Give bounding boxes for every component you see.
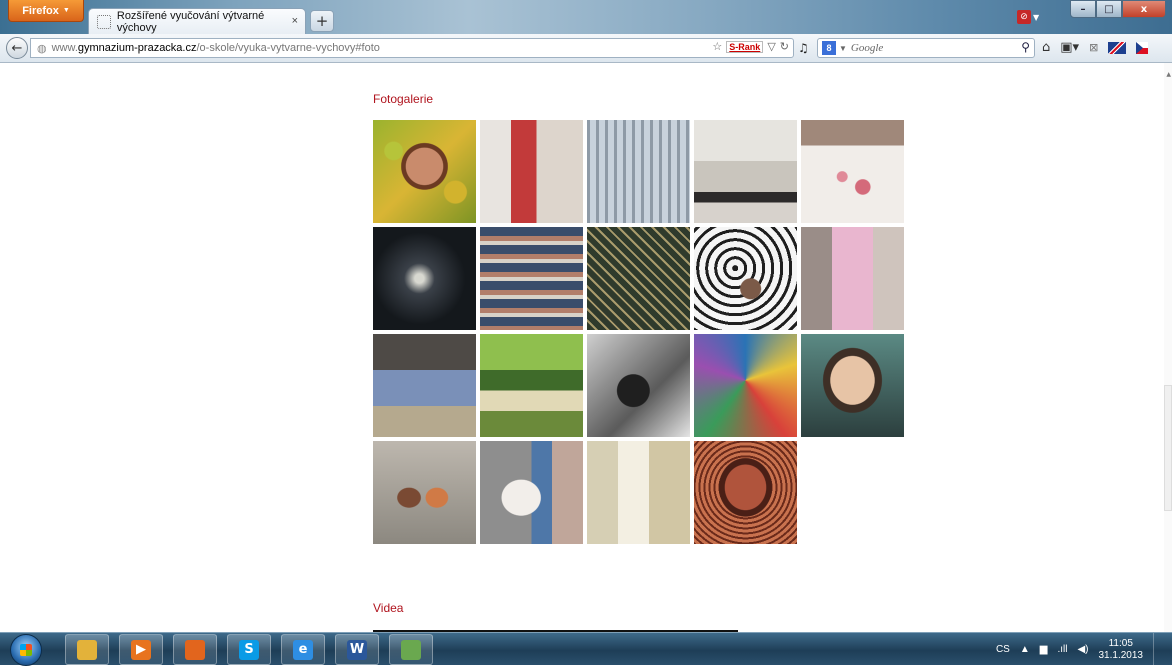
- search-icon[interactable]: ⚲: [1021, 40, 1030, 55]
- photo-pink-costume[interactable]: [801, 227, 904, 330]
- window-title-bar: Firefox ▼ Rozšířené vyučování výtvarné v…: [0, 0, 1172, 34]
- photo-glass-figures[interactable]: [373, 441, 476, 544]
- taskbar-firefox-button[interactable]: [173, 634, 217, 665]
- addon-button[interactable]: ⊘ ▼: [1017, 8, 1047, 26]
- photo-ink-hands[interactable]: [694, 227, 797, 330]
- photo-bw-sculpture[interactable]: [587, 334, 690, 437]
- scrollbar-thumb[interactable]: [1164, 385, 1172, 511]
- photo-painted-face[interactable]: [694, 441, 797, 544]
- volume-icon[interactable]: ◀): [1077, 644, 1088, 655]
- maximize-button[interactable]: □: [1096, 0, 1122, 18]
- home-icon[interactable]: ⌂: [1042, 40, 1050, 55]
- photo-girl-plaster-bust[interactable]: [480, 441, 583, 544]
- signal-icon[interactable]: .ıll: [1057, 644, 1067, 655]
- window-controls: – □ x: [1070, 0, 1166, 18]
- back-button[interactable]: ←: [6, 37, 28, 59]
- network-icon[interactable]: ▆: [1040, 644, 1048, 655]
- clock[interactable]: 11:05 31.1.2013: [1099, 638, 1144, 662]
- history-dropdown-icon[interactable]: ▽: [767, 40, 775, 53]
- start-button[interactable]: [10, 634, 42, 666]
- music-note-icon[interactable]: ♫: [798, 41, 809, 55]
- photo-gallery-visitors[interactable]: [480, 120, 583, 223]
- tab-close-icon[interactable]: ×: [292, 15, 298, 27]
- page-content: Fotogalerie Videa ▲: [0, 63, 1172, 632]
- paint-icon: [401, 639, 421, 660]
- vertical-scrollbar[interactable]: ▲: [1164, 63, 1172, 632]
- taskbar-internet-explorer-button[interactable]: e: [281, 634, 325, 665]
- browser-tab-active[interactable]: Rozšířené vyučování výtvarné výchovy ×: [88, 8, 306, 34]
- media-player-icon: ▶: [131, 639, 151, 660]
- new-tab-button[interactable]: +: [310, 10, 334, 32]
- photo-outdoor-easels[interactable]: [480, 334, 583, 437]
- word-icon: W: [347, 639, 367, 660]
- language-indicator[interactable]: CS: [996, 644, 1010, 655]
- scroll-up-icon[interactable]: ▲: [1166, 71, 1171, 78]
- photo-students-auditorium[interactable]: [480, 227, 583, 330]
- toolbar-icons: ⌂ ▣▾ ⊠: [1042, 40, 1149, 55]
- taskbar-explorer-button[interactable]: [65, 634, 109, 665]
- google-engine-icon[interactable]: 8: [822, 41, 836, 55]
- globe-icon: ◍: [37, 42, 47, 55]
- show-desktop-button[interactable]: [1153, 633, 1164, 666]
- search-bar[interactable]: 8 ▼ Google ⚲: [817, 38, 1035, 58]
- url-host: gymnazium-prazacka.cz: [77, 42, 197, 54]
- chevron-down-icon: ▼: [62, 7, 70, 14]
- srank-badge[interactable]: S-Rank: [726, 40, 764, 53]
- windows-taskbar: ▶ Se W CS ▲ ▆ .ıll ◀) 11:05 31.1.2013: [0, 632, 1172, 666]
- photo-white-sculptures[interactable]: [587, 441, 690, 544]
- close-window-button[interactable]: x: [1122, 0, 1166, 18]
- clock-date: 31.1.2013: [1098, 649, 1144, 661]
- photo-painting-hand[interactable]: [801, 120, 904, 223]
- addon-icon: ⊘: [1017, 10, 1031, 24]
- photo-drawing-class[interactable]: [694, 120, 797, 223]
- reload-icon[interactable]: ↻: [780, 40, 789, 53]
- bookmark-star-icon[interactable]: ☆: [712, 40, 722, 53]
- firefox-icon: [185, 639, 205, 660]
- search-engine-dropdown-icon[interactable]: ▼: [839, 44, 847, 53]
- navigation-toolbar: ← ◍ www. gymnazium-prazacka.cz/o-skole/vy…: [0, 34, 1172, 63]
- page-favicon-icon: [97, 14, 111, 29]
- videos-heading: Videa: [373, 601, 404, 615]
- url-path: /o-skole/vyuka-vytvarne-vychovy#foto: [196, 42, 380, 54]
- system-tray: CS ▲ ▆ .ıll ◀) 11:05 31.1.2013: [996, 633, 1164, 666]
- skype-icon: S: [239, 639, 259, 660]
- tray-expand-icon[interactable]: ▲: [1020, 644, 1030, 655]
- photo-face-apples[interactable]: [373, 120, 476, 223]
- clock-time: 11:05: [1108, 637, 1133, 649]
- tab-title: Rozšířené vyučování výtvarné výchovy: [116, 9, 265, 34]
- search-placeholder: Google: [850, 42, 884, 54]
- explorer-icon: [77, 639, 97, 660]
- bookmarks-menu-icon[interactable]: ▣▾: [1060, 40, 1079, 55]
- photo-mask-face[interactable]: [801, 334, 904, 437]
- photo-reichstag-dome[interactable]: [587, 120, 690, 223]
- photo-girl-drawing-wall[interactable]: [373, 334, 476, 437]
- taskbar-paint-button[interactable]: [389, 634, 433, 665]
- photo-sticks-craft[interactable]: [587, 227, 690, 330]
- taskbar-skype-button[interactable]: S: [227, 634, 271, 665]
- taskbar-media-player-button[interactable]: ▶: [119, 634, 163, 665]
- internet-explorer-icon: e: [293, 639, 313, 660]
- url-bar[interactable]: ◍ www. gymnazium-prazacka.cz/o-skole/vyuk…: [30, 38, 794, 58]
- arrow-left-icon: ←: [11, 40, 23, 56]
- gallery-heading: Fotogalerie: [373, 92, 434, 106]
- chevron-down-icon: ▼: [1033, 12, 1040, 22]
- firefox-menu-label: Firefox: [22, 4, 59, 17]
- uk-flag-icon[interactable]: [1108, 41, 1127, 54]
- url-prefix: www.: [51, 42, 78, 54]
- minimize-button[interactable]: –: [1070, 0, 1096, 18]
- url-bar-actions: ☆ S-Rank ▽ ↻: [712, 40, 789, 53]
- firefox-menu-button[interactable]: Firefox ▼: [8, 0, 84, 22]
- cz-flag-icon[interactable]: [1136, 41, 1149, 54]
- taskbar-word-button[interactable]: W: [335, 634, 379, 665]
- translate-icon[interactable]: ⊠: [1089, 41, 1098, 54]
- photo-dark-sculpture[interactable]: [373, 227, 476, 330]
- photo-colorful-mandala[interactable]: [694, 334, 797, 437]
